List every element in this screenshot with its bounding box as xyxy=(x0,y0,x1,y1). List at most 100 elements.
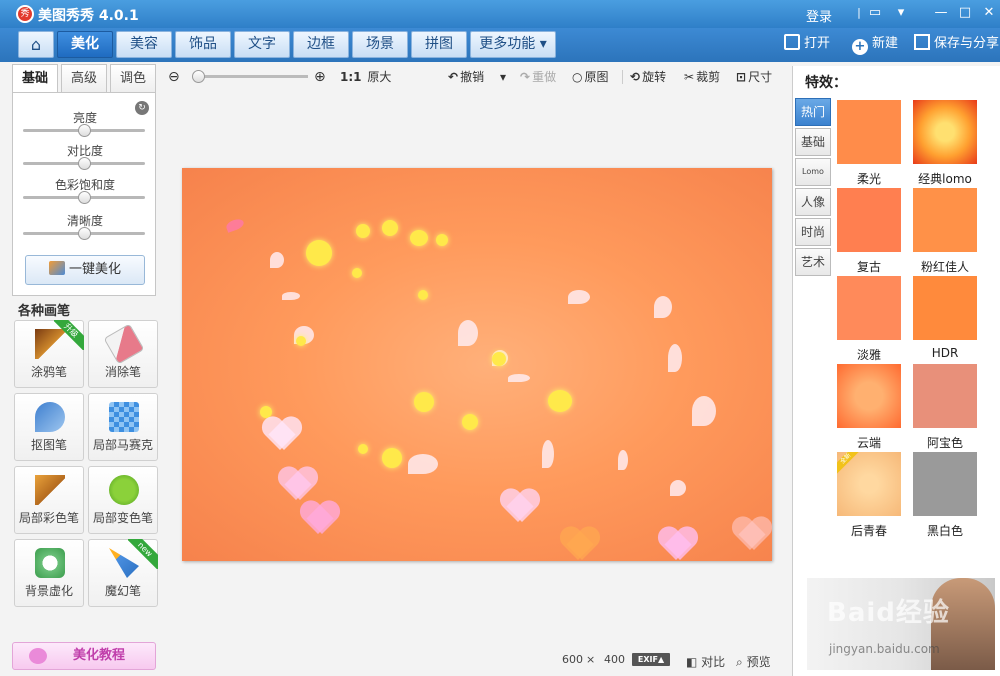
heart xyxy=(295,495,345,538)
menu-icon[interactable]: ▾ xyxy=(892,4,910,22)
redo-label: 重做 xyxy=(532,70,557,84)
magic-brush-button[interactable]: new 魔幻笔 xyxy=(88,539,158,607)
eraser-brush-button[interactable]: 消除笔 xyxy=(88,320,158,388)
one-key-label: 一键美化 xyxy=(68,262,121,277)
mosaic-brush-button[interactable]: 局部马赛克 xyxy=(88,393,158,461)
compare-button[interactable]: ◧ 对比 xyxy=(686,653,725,670)
preview-button[interactable]: ⌕ 预览 xyxy=(736,653,771,670)
tab-accessories[interactable]: 饰品 xyxy=(175,31,231,58)
original-button[interactable]: ○ 原图 xyxy=(572,68,609,86)
heart xyxy=(495,483,554,526)
color-change-brush-button[interactable]: 局部变色笔 xyxy=(88,466,158,534)
resize-icon: ⊡ xyxy=(736,70,747,84)
rotate-button[interactable]: ⟲ 旋转 xyxy=(630,68,666,86)
effects-tab-hot[interactable]: 热门 xyxy=(795,98,831,126)
effects-tab-art[interactable]: 艺术 xyxy=(795,248,831,276)
cutout-brush-button[interactable]: 抠图笔 xyxy=(14,393,84,461)
crop-button[interactable]: ✂ 裁剪 xyxy=(684,68,720,86)
flower xyxy=(296,336,306,346)
brush-section-title: 各种画笔 xyxy=(18,304,71,319)
effects-tab-fashion[interactable]: 时尚 xyxy=(795,218,831,246)
tab-more[interactable]: 更多功能 ▾ xyxy=(470,31,556,58)
petal xyxy=(270,252,284,268)
beautify-tutorial-button[interactable]: 美化教程 xyxy=(12,642,156,670)
save-share-button[interactable]: 保存与分享 xyxy=(914,34,999,54)
blur-icon xyxy=(35,548,65,578)
tab-beautify[interactable]: 美化 xyxy=(57,31,113,58)
effect-retro[interactable] xyxy=(837,188,901,252)
subtab-basic[interactable]: 基础 xyxy=(12,64,58,92)
brightness-knob[interactable] xyxy=(78,124,91,137)
flower xyxy=(462,414,478,430)
maximize-icon[interactable]: □ xyxy=(956,4,974,22)
effect-hdr[interactable] xyxy=(913,276,977,340)
minimize-icon[interactable]: — xyxy=(932,4,950,22)
effect-label: 淡雅 xyxy=(856,348,881,362)
redo-button[interactable]: ↷ 重做 xyxy=(520,68,556,86)
tab-scene[interactable]: 场景 xyxy=(352,31,408,58)
effects-tab-basic[interactable]: 基础 xyxy=(795,128,831,156)
effect-label: 复古 xyxy=(856,260,881,274)
size-label: 尺寸 xyxy=(748,70,773,84)
effect-label: 柔光 xyxy=(856,172,881,186)
effect-classic-lomo[interactable] xyxy=(913,100,977,164)
effects-tab-portrait[interactable]: 人像 xyxy=(795,188,831,216)
effects-tab-lomo[interactable]: Lomo xyxy=(795,158,831,186)
cutout-brush-label: 抠图笔 xyxy=(30,438,67,452)
advertisement-banner[interactable]: Baid经验 jingyan.baidu.com xyxy=(807,578,995,670)
zoom-out-icon[interactable]: ⊖ xyxy=(168,68,180,86)
status-bar: 600 × 400 EXIF▲ ◧ 对比 ⌕ 预览 xyxy=(158,644,786,676)
effect-cloud[interactable] xyxy=(837,364,901,428)
saturation-slider[interactable] xyxy=(23,191,145,204)
brightness-slider[interactable] xyxy=(23,124,145,137)
zoom-knob[interactable] xyxy=(192,70,205,83)
zoom-slider[interactable] xyxy=(192,70,308,83)
undo-button[interactable]: ↶ 撤销 xyxy=(448,68,484,86)
actual-size-button[interactable]: 1:1 原大 xyxy=(340,68,391,86)
color-brush-button[interactable]: 局部彩色笔 xyxy=(14,466,84,534)
contrast-knob[interactable] xyxy=(78,157,91,170)
contrast-slider[interactable] xyxy=(23,157,145,170)
message-icon[interactable]: ▭ xyxy=(866,4,884,22)
tab-text[interactable]: 文字 xyxy=(234,31,290,58)
sharpness-knob[interactable] xyxy=(78,227,91,240)
resize-button[interactable]: ⊡ 尺寸 xyxy=(736,68,772,86)
zoom-in-icon[interactable]: ⊕ xyxy=(314,68,326,86)
subtab-color[interactable]: 调色 xyxy=(110,64,156,92)
effect-post-youth[interactable]: 全新 xyxy=(837,452,901,516)
new-button[interactable]: + 新建 xyxy=(852,34,898,55)
effect-abao-color[interactable] xyxy=(913,364,977,428)
tab-beauty[interactable]: 美容 xyxy=(116,31,172,58)
petal xyxy=(670,480,686,496)
exif-button[interactable]: EXIF▲ xyxy=(632,653,670,666)
effect-pink-lady[interactable] xyxy=(913,188,977,252)
effect-soft-light[interactable] xyxy=(837,100,901,164)
adjust-box: ↻ 亮度 对比度 色彩饱和度 清晰度 一键美化 xyxy=(12,92,156,296)
effect-elegant[interactable] xyxy=(837,276,901,340)
tab-frame[interactable]: 边框 xyxy=(293,31,349,58)
heart xyxy=(727,511,772,554)
effects-title: 特效： xyxy=(805,75,847,91)
rotate-label: 旋转 xyxy=(642,70,667,84)
open-button[interactable]: 打开 xyxy=(784,34,830,54)
doodle-brush-button[interactable]: 升级 涂鸦笔 xyxy=(14,320,84,388)
app-logo-icon: 秀 xyxy=(16,5,34,23)
sharpness-slider[interactable] xyxy=(23,227,145,240)
flower xyxy=(358,444,368,454)
saturation-knob[interactable] xyxy=(78,191,91,204)
doodle-brush-label: 涂鸦笔 xyxy=(30,365,67,379)
petal xyxy=(224,217,246,233)
home-icon[interactable]: ⌂ xyxy=(18,31,54,58)
flower xyxy=(410,230,428,246)
undo-dropdown-icon[interactable]: ▾ xyxy=(500,68,506,86)
watermark-text: Baid经验 xyxy=(827,598,950,628)
login-link[interactable]: 登录 xyxy=(806,6,832,25)
effect-black-white[interactable] xyxy=(913,452,977,516)
close-icon[interactable]: ✕ xyxy=(980,4,998,22)
edited-photo[interactable] xyxy=(182,168,772,561)
one-key-beautify-button[interactable]: 一键美化 xyxy=(25,255,145,285)
background-blur-button[interactable]: 背景虚化 xyxy=(14,539,84,607)
eraser-brush-label: 消除笔 xyxy=(104,365,141,379)
subtab-advanced[interactable]: 高级 xyxy=(61,64,107,92)
tab-collage[interactable]: 拼图 xyxy=(411,31,467,58)
